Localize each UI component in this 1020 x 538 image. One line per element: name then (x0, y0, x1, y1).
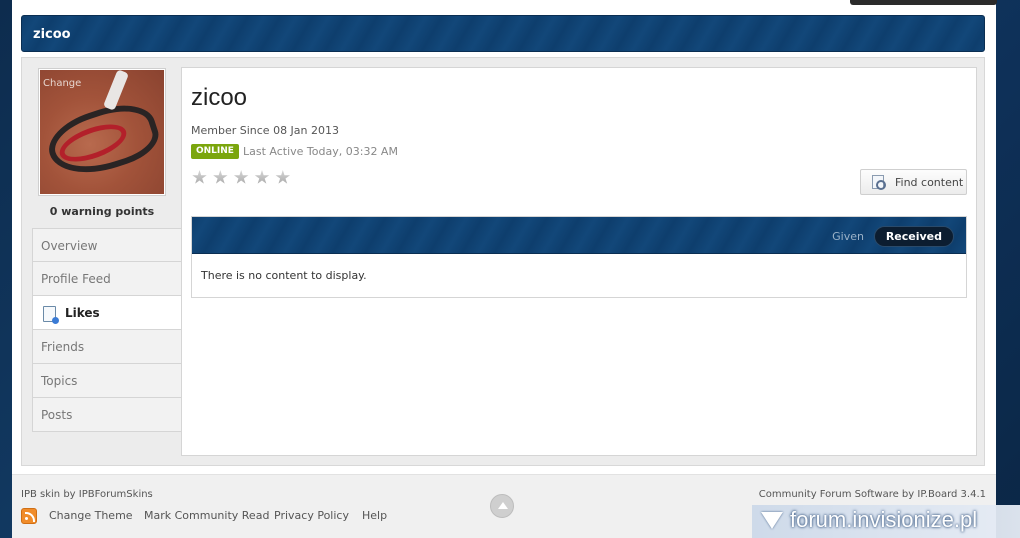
skin-credit-link[interactable]: IPB skin by IPBForumSkins (21, 489, 153, 500)
tab-friends[interactable]: Friends (32, 330, 182, 364)
tab-label: Posts (41, 408, 73, 422)
tab-label: Topics (41, 374, 78, 388)
help-link[interactable]: Help (362, 509, 387, 522)
tab-overview[interactable]: Overview (32, 228, 182, 262)
likes-header: Given Received (192, 217, 966, 254)
tab-label: Overview (41, 239, 98, 253)
find-content-button[interactable]: Find content (860, 169, 967, 195)
privacy-policy-link[interactable]: Privacy Policy (274, 509, 349, 522)
back-to-top-icon[interactable] (490, 494, 514, 518)
software-credit-link[interactable]: Community Forum Software by IP.Board 3.4… (759, 489, 986, 500)
last-active: Last Active Today, 03:32 AM (243, 145, 398, 158)
page-title: zicoo (33, 27, 71, 42)
tab-profile-feed[interactable]: Profile Feed (32, 262, 182, 296)
tab-received[interactable]: Received (873, 226, 954, 247)
avatar-photo: Change (40, 70, 164, 194)
tab-label: Profile Feed (41, 272, 111, 286)
tab-label: Friends (41, 340, 85, 354)
rss-icon[interactable] (21, 508, 37, 524)
top-account-button[interactable] (850, 0, 997, 5)
tab-given[interactable]: Given (832, 230, 864, 243)
star-icon[interactable] (275, 170, 291, 184)
avatar[interactable]: Change (38, 68, 166, 196)
profile-container: Change 0 warning points Overview Profile… (21, 57, 985, 466)
watermark: forum.invisionize.pl (752, 505, 1020, 538)
likes-section: Given Received There is no content to di… (191, 216, 967, 298)
star-icon[interactable] (254, 170, 270, 184)
change-theme-link[interactable]: Change Theme (49, 509, 133, 522)
reputation-rating[interactable] (192, 170, 292, 188)
star-icon[interactable] (213, 170, 228, 184)
profile-tabs: Overview Profile Feed Likes Friends Topi… (32, 228, 182, 432)
find-content-icon (872, 175, 886, 190)
tab-topics[interactable]: Topics (32, 364, 182, 398)
profile-content-panel: zicoo Member Since 08 Jan 2013 ONLINE La… (181, 67, 977, 456)
profile-username: zicoo (191, 84, 248, 111)
online-status-badge: ONLINE (191, 144, 239, 159)
page-title-bar: zicoo (21, 15, 985, 52)
empty-message: There is no content to display. (201, 269, 367, 282)
find-content-label: Find content (895, 176, 964, 189)
change-avatar-link[interactable]: Change (43, 78, 81, 89)
watermark-logo-icon (761, 512, 783, 529)
warning-points: 0 warning points (49, 205, 155, 218)
page: zicoo Change 0 warning points Overview P… (12, 0, 997, 538)
star-icon[interactable] (192, 170, 207, 184)
star-icon[interactable] (233, 170, 249, 184)
tab-likes[interactable]: Likes (32, 296, 182, 330)
likes-document-icon (43, 306, 59, 324)
mark-community-read-link[interactable]: Mark Community Read (144, 509, 269, 522)
member-since: Member Since 08 Jan 2013 (191, 124, 340, 137)
watermark-text: forum.invisionize.pl (790, 507, 978, 532)
tab-label: Likes (65, 306, 100, 320)
tab-posts[interactable]: Posts (32, 398, 182, 432)
